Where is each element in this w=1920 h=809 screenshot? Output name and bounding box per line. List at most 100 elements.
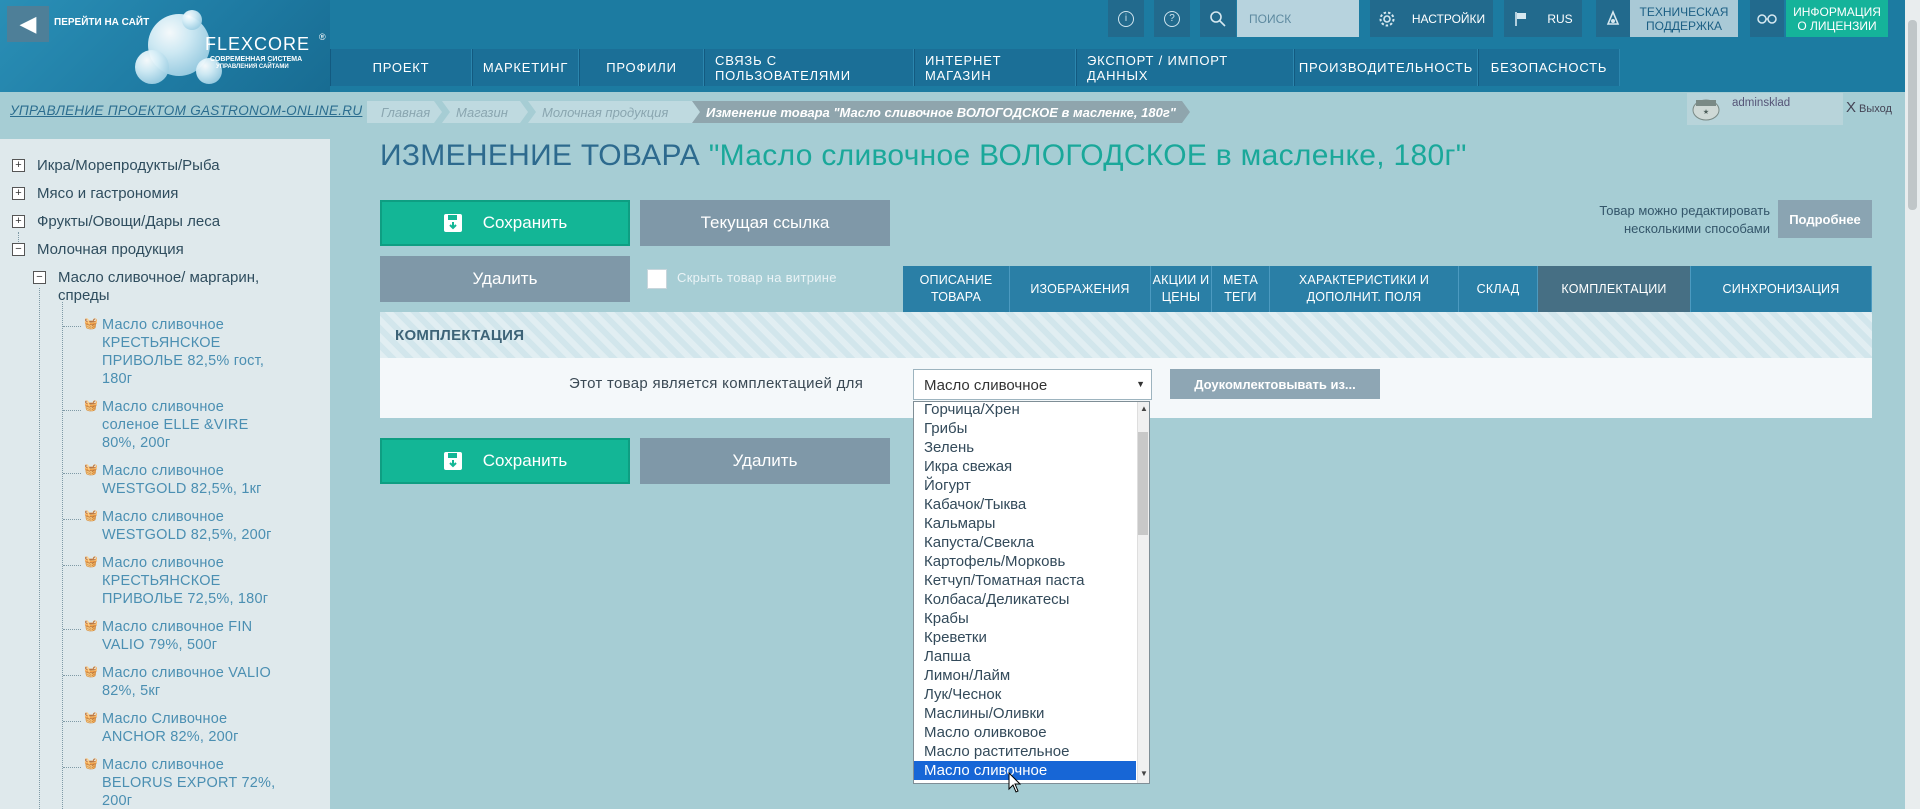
kit-for-select[interactable]: Масло сливочное ▼ (913, 369, 1152, 400)
save-button[interactable]: Сохранить (380, 200, 630, 246)
support-icon-button[interactable] (1596, 0, 1630, 37)
hide-product-checkbox[interactable] (647, 269, 667, 289)
dropdown-option-selected[interactable]: Масло сливочное (914, 761, 1136, 780)
search-button[interactable] (1200, 0, 1236, 37)
dropdown-option[interactable]: Картофель/Морковь (914, 552, 1136, 571)
sidebar-product-label: Масло сливочное WESTGOLD 82,5%, 1кг (102, 463, 262, 497)
tab-characteristics[interactable]: ХАРАКТЕРИСТИКИ И ДОПОЛНИТ. ПОЛЯ (1270, 266, 1459, 312)
project-title-link[interactable]: УПРАВЛЕНИЕ ПРОЕКТОМ GASTRONOM-ONLINE.RU (10, 103, 362, 118)
license-icon-button[interactable] (1750, 0, 1784, 37)
dropdown-option[interactable]: Масло оливковое (914, 723, 1136, 742)
nav-project[interactable]: ПРОЕКТ (330, 49, 472, 86)
dropdown-option[interactable]: Грибы (914, 419, 1136, 438)
complete-from-button[interactable]: Доукомлектовывать из... (1170, 369, 1380, 399)
go-to-site-link[interactable]: ПЕРЕЙТИ НА САЙТ (54, 17, 149, 28)
basket-icon: 🧺 (84, 400, 98, 412)
logout-button[interactable]: X Выход (1846, 99, 1892, 116)
dropdown-scroll-thumb[interactable] (1138, 432, 1148, 535)
sidebar-item-seafood[interactable]: + Икра/Морепродукты/Рыба (12, 157, 220, 174)
delete-button[interactable]: Удалить (380, 256, 630, 302)
search-input[interactable]: ПОИСК (1237, 0, 1359, 37)
dropdown-option[interactable]: Зелень (914, 438, 1136, 457)
dropdown-option[interactable]: Креветки (914, 628, 1136, 647)
nav-import-export[interactable]: ЭКСПОРТ / ИМПОРТ ДАННЫХ (1076, 49, 1294, 86)
breadcrumb-store[interactable]: Магазин (442, 101, 528, 123)
sidebar-product-item[interactable]: 🧺 Масло сливочное соленое ELLE &VIRE 80%,… (84, 398, 284, 452)
tab-promotions-prices[interactable]: АКЦИИ И ЦЕНЫ (1151, 266, 1212, 312)
dropdown-option[interactable]: Маслины/Оливки (914, 704, 1136, 723)
delete-button-bottom[interactable]: Удалить (640, 438, 890, 484)
expand-icon[interactable]: + (12, 215, 25, 228)
expand-icon[interactable]: + (12, 159, 25, 172)
scroll-down-icon[interactable]: ▼ (1139, 769, 1149, 778)
sidebar-product-item[interactable]: 🧺 Масло сливочное FIN VALIO 79%, 500г (84, 618, 284, 654)
sidebar-product-label: Масло Сливочное ANCHOR 82%, 200г (102, 711, 239, 745)
tab-meta-tags[interactable]: МЕТА ТЕГИ (1212, 266, 1270, 312)
dropdown-option[interactable]: Йогурт (914, 476, 1136, 495)
collapse-icon[interactable]: − (33, 271, 46, 284)
scroll-up-icon[interactable]: ▲ (1139, 404, 1149, 413)
sidebar-product-item[interactable]: 🧺 Масло сливочное WESTGOLD 82,5%, 1кг (84, 462, 284, 498)
dropdown-option[interactable]: Кальмары (914, 514, 1136, 533)
settings-icon-button[interactable] (1370, 0, 1404, 37)
nav-user-communication[interactable]: СВЯЗЬ С ПОЛЬЗОВАТЕЛЯМИ (704, 49, 914, 86)
current-link-button[interactable]: Текущая ссылка (640, 200, 890, 246)
language-selector[interactable]: RUS (1538, 0, 1582, 37)
save-label: Сохранить (482, 213, 568, 232)
dropdown-option[interactable]: Кетчуп/Томатная паста (914, 571, 1136, 590)
tree-line (63, 326, 81, 327)
sidebar-product-item[interactable]: 🧺 Масло Сливочное ANCHOR 82%, 200г (84, 710, 284, 746)
license-info-button[interactable]: ИНФОРМАЦИЯ О ЛИЦЕНЗИИ (1786, 0, 1888, 37)
dropdown-option[interactable]: Колбаса/Деликатесы (914, 590, 1136, 609)
page-title-product: "Масло сливочное ВОЛОГОДСКОЕ в масленке,… (708, 139, 1467, 172)
dropdown-option[interactable]: Крабы (914, 609, 1136, 628)
sidebar-item-label: спреды (58, 287, 110, 304)
collapse-icon[interactable]: − (12, 243, 25, 256)
sidebar-item-meat[interactable]: + Мясо и гастрономия (12, 185, 178, 202)
dropdown-option[interactable]: Кабачок/Тыква (914, 495, 1136, 514)
sidebar-product-item[interactable]: 🧺 Масло сливочное WESTGOLD 82,5%, 200г (84, 508, 284, 544)
language-flag-button[interactable] (1504, 0, 1538, 37)
tab-images[interactable]: ИЗОБРАЖЕНИЯ (1010, 266, 1151, 312)
more-details-button[interactable]: Подробнее (1778, 200, 1872, 238)
sidebar-product-item[interactable]: 🧺 Масло сливочное КРЕСТЬЯНСКОЕ ПРИВОЛЬЕ 7… (84, 554, 284, 608)
edit-methods-note-line: несколькими способами (1623, 221, 1770, 236)
sidebar-item-fruits[interactable]: + Фрукты/Овощи/Дары леса (12, 213, 220, 230)
sidebar-product-label: Масло сливочное BELORUS EXPORT 72%, 200г (102, 757, 276, 809)
tab-sync[interactable]: СИНХРОНИЗАЦИЯ (1691, 266, 1872, 312)
sidebar-product-item[interactable]: 🧺 Масло сливочное VALIO 82%, 5кг (84, 664, 284, 700)
breadcrumb-dairy[interactable]: Молочная продукция (528, 101, 705, 123)
page-scroll-thumb[interactable] (1908, 20, 1917, 210)
sidebar-product-item[interactable]: 🧺 Масло сливочное КРЕСТЬЯНСКОЕ ПРИВОЛЬЕ 8… (84, 316, 284, 388)
nav-online-store[interactable]: ИНТЕРНЕТ МАГАЗИН (914, 49, 1076, 86)
dropdown-option[interactable]: Лапша (914, 647, 1136, 666)
kit-dropdown-list[interactable]: Горчица/Хрен Грибы Зелень Икра свежая Йо… (913, 401, 1150, 784)
dropdown-option[interactable]: Масло растительное (914, 742, 1136, 761)
breadcrumb-home[interactable]: Главная (367, 101, 442, 123)
settings-button[interactable]: НАСТРОЙКИ (1404, 0, 1493, 37)
nav-performance[interactable]: ПРОИЗВОДИТЕЛЬНОСТЬ (1294, 49, 1478, 86)
back-to-site-button[interactable]: ◀ (7, 6, 49, 42)
dropdown-option[interactable]: Лук/Чеснок (914, 685, 1136, 704)
nav-marketing[interactable]: МАРКЕТИНГ (472, 49, 579, 86)
support-button[interactable]: ТЕХНИЧЕСКАЯ ПОДДЕРЖКА (1630, 0, 1738, 37)
avatar[interactable]: ★ (1690, 95, 1722, 123)
nav-profiles[interactable]: ПРОФИЛИ (579, 49, 704, 86)
sidebar-product-item[interactable]: 🧺 Масло сливочное BELORUS EXPORT 72%, 200… (84, 756, 284, 809)
sidebar-item-dairy[interactable]: − Молочная продукция (12, 241, 184, 258)
tab-description[interactable]: ОПИСАНИЕ ТОВАРА (903, 266, 1010, 312)
expand-icon[interactable]: + (12, 187, 25, 200)
dropdown-option[interactable]: Горчица/Хрен (914, 402, 1136, 419)
dropdown-option[interactable]: Лимон/Лайм (914, 666, 1136, 685)
dropdown-option[interactable]: Капуста/Свекла (914, 533, 1136, 552)
sidebar-item-butter-category[interactable]: − Масло сливочное/ маргарин, спреды (33, 269, 259, 305)
tab-warehouse[interactable]: СКЛАД (1459, 266, 1538, 312)
nav-security[interactable]: БЕЗОПАСНОСТЬ (1478, 49, 1620, 86)
tab-label: ЦЕНЫ (1161, 290, 1201, 304)
tab-kits[interactable]: КОМПЛЕКТАЦИИ (1538, 266, 1691, 312)
tab-label: ХАРАКТЕРИСТИКИ И (1298, 273, 1430, 287)
help-button[interactable]: ? (1154, 0, 1190, 37)
info-button[interactable]: i (1108, 0, 1144, 37)
dropdown-option[interactable]: Икра свежая (914, 457, 1136, 476)
save-button-bottom[interactable]: Сохранить (380, 438, 630, 484)
